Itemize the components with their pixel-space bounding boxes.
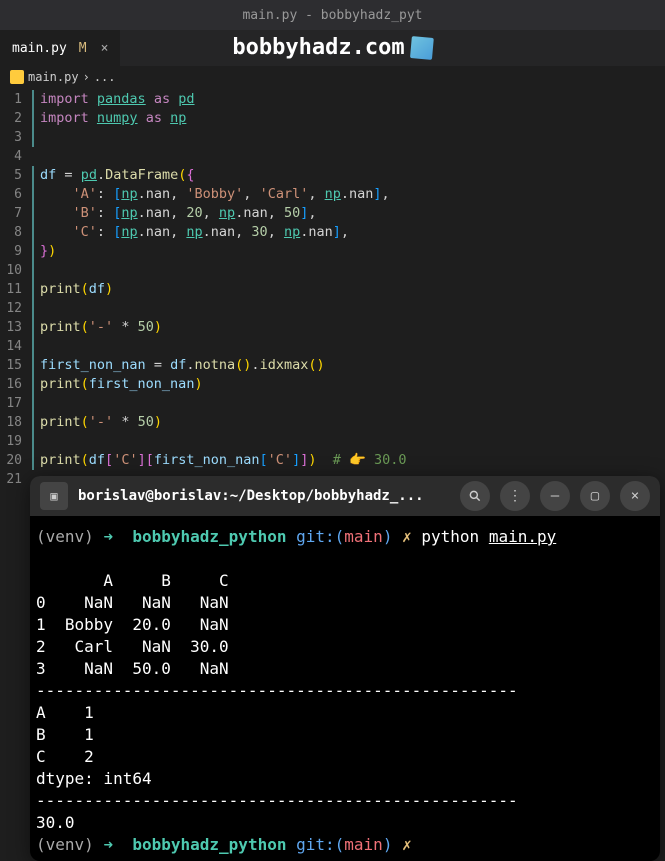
code-line: [32, 394, 665, 413]
code-line: print('-' * 50): [32, 413, 665, 432]
terminal-output: A 1: [36, 702, 654, 724]
tab-label: main.py: [12, 41, 67, 56]
code-area[interactable]: import pandas as pd import numpy as np d…: [30, 88, 665, 476]
code-line: df = pd.DataFrame({: [32, 166, 665, 185]
python-file-icon: [10, 70, 24, 84]
terminal-output: C 2: [36, 746, 654, 768]
breadcrumb[interactable]: main.py › ...: [0, 66, 665, 88]
minimize-icon[interactable]: –: [540, 481, 570, 511]
code-line: import pandas as pd: [32, 90, 665, 109]
breadcrumb-sep: ›: [83, 70, 90, 84]
code-line: print(df['C'][first_non_nan['C']]) # 👉️ …: [32, 451, 665, 470]
terminal-output: 2 Carl NaN 30.0: [36, 636, 654, 658]
window-title-bar: main.py - bobbyhadz_pyt: [0, 0, 665, 30]
tab-main-py[interactable]: main.py M ×: [0, 30, 121, 66]
terminal-prompt-line: (venv) ➜ bobbyhadz_python git:(main) ✗: [36, 834, 654, 856]
code-line: 'C': [np.nan, np.nan, 30, np.nan],: [32, 223, 665, 242]
code-line: first_non_nan = df.notna().idxmax(): [32, 356, 665, 375]
code-line: print('-' * 50): [32, 318, 665, 337]
window-title: main.py - bobbyhadz_pyt: [242, 8, 422, 23]
code-line: }): [32, 242, 665, 261]
menu-icon[interactable]: ⋮: [500, 481, 530, 511]
terminal-output: ----------------------------------------…: [36, 680, 654, 702]
terminal-app-icon[interactable]: ▣: [40, 482, 68, 510]
line-gutter: 123456789101112131415161718192021: [0, 88, 30, 476]
code-line: [32, 432, 665, 451]
terminal-output: 1 Bobby 20.0 NaN: [36, 614, 654, 636]
terminal-window: ▣ borislav@borislav:~/Desktop/bobbyhadz_…: [30, 476, 660, 861]
terminal-output: 3 NaN 50.0 NaN: [36, 658, 654, 680]
close-icon[interactable]: ×: [101, 41, 109, 56]
tabs-bar: main.py M ×: [0, 30, 665, 66]
code-line: [32, 261, 665, 280]
code-line: [32, 337, 665, 356]
terminal-output: [36, 548, 654, 570]
code-line: [32, 128, 665, 147]
code-editor[interactable]: 123456789101112131415161718192021 import…: [0, 88, 665, 476]
terminal-output: ----------------------------------------…: [36, 790, 654, 812]
search-icon[interactable]: [460, 481, 490, 511]
code-line: [32, 299, 665, 318]
terminal-output: 0 NaN NaN NaN: [36, 592, 654, 614]
code-line: 'A': [np.nan, 'Bobby', 'Carl', np.nan],: [32, 185, 665, 204]
terminal-prompt-line: (venv) ➜ bobbyhadz_python git:(main) ✗ p…: [36, 526, 654, 548]
close-icon[interactable]: ×: [620, 481, 650, 511]
code-line: 'B': [np.nan, 20, np.nan, 50],: [32, 204, 665, 223]
terminal-output: 30.0: [36, 812, 654, 834]
terminal-body[interactable]: (venv) ➜ bobbyhadz_python git:(main) ✗ p…: [30, 516, 660, 861]
code-line: [32, 147, 665, 166]
code-line: print(df): [32, 280, 665, 299]
code-line: print(first_non_nan): [32, 375, 665, 394]
maximize-icon[interactable]: ▢: [580, 481, 610, 511]
terminal-title: borislav@borislav:~/Desktop/bobbyhadz_..…: [78, 488, 450, 504]
breadcrumb-file: main.py: [28, 70, 79, 84]
terminal-output: dtype: int64: [36, 768, 654, 790]
terminal-output: A B C: [36, 570, 654, 592]
breadcrumb-more: ...: [94, 70, 116, 84]
tab-modified-indicator: M: [79, 41, 87, 56]
terminal-output: B 1: [36, 724, 654, 746]
terminal-titlebar: ▣ borislav@borislav:~/Desktop/bobbyhadz_…: [30, 476, 660, 516]
code-line: import numpy as np: [32, 109, 665, 128]
